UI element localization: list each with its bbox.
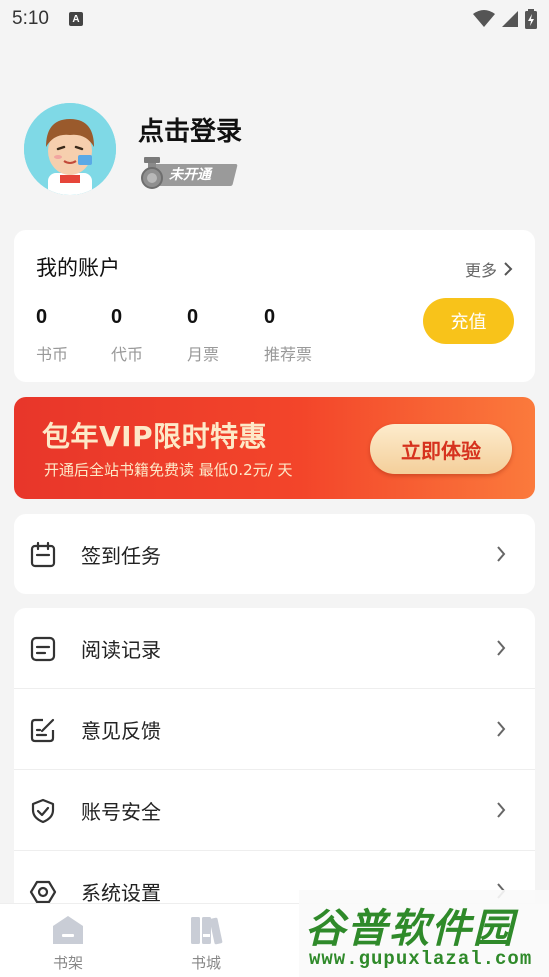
settings-icon [29,880,57,904]
vip-status-text: 未开通 [169,167,211,183]
tab-label: 书架 [52,954,83,972]
tab-bookstore[interactable]: 书城 [151,904,261,977]
shield-icon [31,798,55,824]
menu-label: 签到任务 [81,543,161,568]
account-title: 我的账户 [36,256,120,280]
chevron-right-icon [497,546,506,562]
notification-icon: A [68,12,83,26]
watermark-url: www.gupuxlazal.com [309,948,533,970]
menu-card: 阅读记录 意见反馈 账号安全 系统设置 [14,608,535,928]
bookshelf-icon [53,916,83,944]
stat-monthly-tickets[interactable]: 0 月票 [187,306,219,365]
account-card: 我的账户 更多 0 书币 0 代币 0 月票 0 推荐票 充值 [14,230,535,382]
menu-label: 账号安全 [81,799,161,824]
chevron-right-icon [504,262,513,276]
profile-section: 点击登录 未开通 [24,103,524,195]
stat-book-coins[interactable]: 0 书币 [36,306,68,365]
avatar[interactable] [24,103,116,195]
medal-icon [141,157,163,189]
stat-value: 0 [264,306,276,328]
chevron-right-icon [497,802,506,818]
menu-item-checkin[interactable]: 签到任务 [14,514,535,594]
stat-label: 月票 [187,345,220,364]
banner-title: 包年VIP限时特惠 [42,420,268,453]
reading-record-icon [30,636,56,662]
menu-item-account-security[interactable]: 账号安全 [14,770,535,850]
recharge-button[interactable]: 充值 [423,298,514,344]
vip-promo-banner[interactable]: 包年VIP限时特惠 开通后全站书籍免费读 最低0.2元/ 天 立即体验 [14,397,535,499]
status-indicators [473,9,537,29]
wifi-icon [473,10,495,27]
stat-recommend-tickets[interactable]: 0 推荐票 [264,306,312,365]
chevron-right-icon [497,721,506,737]
stat-tokens[interactable]: 0 代币 [111,306,143,365]
bookstore-icon [191,917,223,945]
avatar-illustration-icon [24,103,116,195]
tab-bookshelf[interactable]: 书架 [13,904,123,977]
chevron-right-icon [497,640,506,656]
tab-label: 书城 [190,954,221,972]
banner-subtitle: 开通后全站书籍免费读 最低0.2元/ 天 [44,461,293,479]
stat-value: 0 [36,306,48,328]
stat-value: 0 [187,306,199,328]
calendar-icon [30,541,56,568]
stat-value: 0 [111,306,123,328]
checkin-card: 签到任务 [14,514,535,594]
feedback-icon [30,718,55,743]
stat-label: 代币 [111,345,144,364]
login-prompt[interactable]: 点击登录 [138,111,242,148]
try-now-button[interactable]: 立即体验 [370,424,512,474]
account-more-label: 更多 [464,261,497,280]
battery-icon [525,9,537,29]
signal-icon [502,11,518,27]
menu-item-feedback[interactable]: 意见反馈 [14,689,535,769]
status-bar: 5:10 A [0,0,549,38]
stat-label: 推荐票 [264,345,313,364]
menu-label: 系统设置 [81,880,161,905]
menu-label: 意见反馈 [81,718,161,743]
menu-label: 阅读记录 [81,637,161,662]
stat-label: 书币 [36,345,69,364]
account-more-link[interactable]: 更多 [465,257,513,281]
site-watermark: 谷普软件园 www.gupuxlazal.com [299,890,549,977]
vip-status-badge: 未开通 [139,155,238,189]
menu-item-reading-record[interactable]: 阅读记录 [14,608,535,688]
watermark-title: 谷普软件园 [305,906,515,952]
status-time: 5:10 [12,8,49,29]
